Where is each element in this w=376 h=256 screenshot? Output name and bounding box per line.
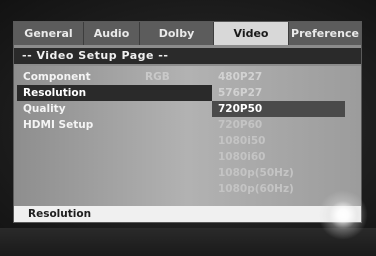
tab-audio[interactable]: Audio [84,22,140,45]
option-720p60[interactable]: 720P60 [212,117,345,133]
status-footer: Resolution [14,206,361,222]
settings-panel: Component RGB Resolution Quality HDMI Se… [14,66,361,206]
setup-menu-osd: General Audio Dolby Video Preference -- … [13,21,362,223]
light-glare [318,190,368,240]
menu-item-label: Component [23,71,91,83]
menu-item-quality[interactable]: Quality [17,101,212,117]
option-1080p-60hz[interactable]: 1080p(60Hz) [212,181,345,197]
tab-dolby[interactable]: Dolby [140,22,214,45]
menu-item-hdmi-setup[interactable]: HDMI Setup [17,117,212,133]
menu-item-label: Quality [23,103,66,115]
option-720p50[interactable]: 720P50 [212,101,345,117]
menu-item-resolution[interactable]: Resolution [17,85,212,101]
tv-bezel [0,228,376,256]
tab-preference[interactable]: Preference [289,22,361,45]
menu-list: Component RGB Resolution Quality HDMI Se… [17,69,212,133]
tab-bar: General Audio Dolby Video Preference [14,22,361,45]
option-1080i50[interactable]: 1080i50 [212,133,345,149]
option-480p27[interactable]: 480P27 [212,69,345,85]
menu-item-label: HDMI Setup [23,119,94,131]
resolution-options: 480P27 576P27 720P50 720P60 1080i50 1080… [212,69,345,197]
tab-video[interactable]: Video [214,22,289,45]
menu-item-component[interactable]: Component RGB [17,69,212,85]
option-576p27[interactable]: 576P27 [212,85,345,101]
option-1080p-50hz[interactable]: 1080p(50Hz) [212,165,345,181]
tab-general[interactable]: General [14,22,84,45]
menu-item-label: Resolution [23,87,87,99]
page-title: -- Video Setup Page -- [14,48,361,64]
option-1080i60[interactable]: 1080i60 [212,149,345,165]
menu-item-value: RGB [145,71,170,83]
